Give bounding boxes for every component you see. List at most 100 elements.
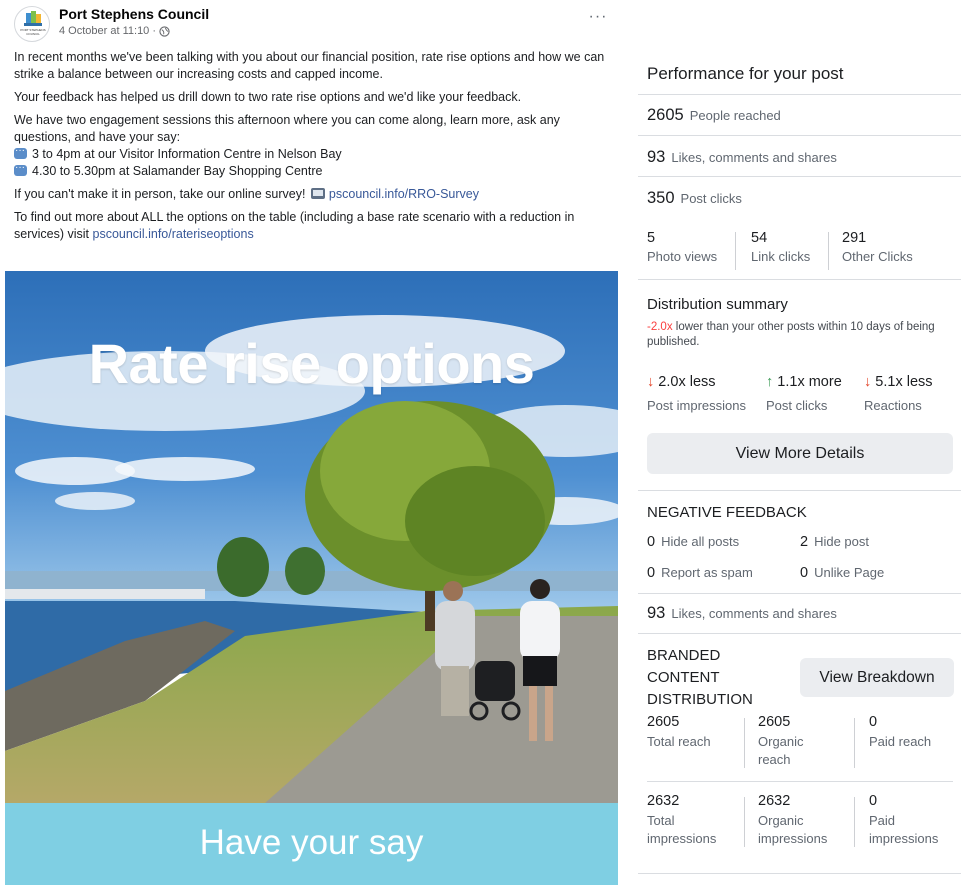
other-clicks-stat: 291 Other Clicks — [842, 230, 913, 274]
stat-value: 0 — [869, 793, 878, 809]
up-arrow-icon: ↑ — [766, 374, 774, 390]
distribution-text: lower than your other posts within 10 da… — [647, 321, 935, 348]
vertical-divider — [744, 797, 745, 847]
divider — [638, 176, 961, 177]
unlike-page-stat: 0 Unlike Page — [800, 565, 884, 581]
post-impressions-comparison: ↓ 2.0x less Post impressions — [647, 374, 746, 413]
stat-label: Total impressions — [647, 813, 717, 846]
distribution-description: -2.0x lower than your other posts within… — [647, 320, 959, 350]
speech-bubble-icon — [14, 159, 27, 176]
divider — [638, 279, 961, 280]
stat-value: 2632 — [758, 793, 791, 809]
stat-label: Paid impressions — [869, 813, 939, 846]
post-header: PORT STEPHENS COUNCIL Port Stephens Coun… — [14, 6, 610, 42]
stat-label: Hide all posts — [661, 534, 740, 549]
view-more-details-button[interactable]: View More Details — [647, 433, 953, 474]
engagement-value: 93 — [647, 148, 666, 166]
stat-value: 0 — [647, 565, 656, 581]
report-spam-stat: 0 Report as spam — [647, 565, 753, 581]
stat-label: Total reach — [647, 734, 711, 749]
post-insights-panel: Performance for your post 2605 People rea… — [638, 52, 961, 885]
stat-value: 0 — [800, 565, 809, 581]
paid-reach-stat: 0 Paid reach — [869, 714, 931, 751]
organic-impressions-stat: 2632 Organic impressions — [758, 793, 848, 848]
engagement-label: Likes, comments and shares — [671, 606, 837, 621]
stat-value: 2605 — [647, 714, 680, 730]
session-item: 4.30 to 5.30pm at Salamander Bay Shoppin… — [14, 159, 614, 180]
distribution-title: Distribution summary — [647, 296, 788, 313]
people-reached-value: 2605 — [647, 106, 684, 124]
divider — [638, 135, 961, 136]
session-text: 3 to 4pm at our Visitor Information Cent… — [32, 147, 342, 161]
vertical-divider — [735, 232, 736, 270]
people-reached-row: 2605 People reached — [647, 106, 781, 125]
globe-icon — [159, 25, 170, 37]
negative-feedback-title: NEGATIVE FEEDBACK — [647, 504, 807, 521]
view-breakdown-button[interactable]: View Breakdown — [800, 658, 954, 697]
survey-text: If you can't make it in person, take our… — [14, 187, 306, 201]
more-options-button[interactable]: ··· — [586, 8, 610, 28]
paid-impressions-stat: 0 Paid impressions — [869, 793, 959, 848]
post-paragraph: To find out more about ALL the options o… — [14, 209, 614, 243]
vertical-divider — [744, 718, 745, 768]
page-avatar[interactable]: PORT STEPHENS COUNCIL — [14, 6, 50, 42]
image-title: Rate rise options — [88, 332, 535, 395]
laptop-icon — [310, 188, 325, 199]
stat-value: 0 — [869, 714, 878, 730]
post-paragraph: Your feedback has helped us drill down t… — [14, 90, 522, 104]
divider — [638, 873, 961, 874]
stat-value: 0 — [647, 534, 656, 550]
post-clicks-label: Post clicks — [680, 191, 742, 206]
clicks-breakdown: 5 Photo views 54 Link clicks 291 Other C… — [638, 230, 961, 274]
down-arrow-icon: ↓ — [647, 374, 655, 390]
post-meta: 4 October at 11:10 · — [59, 25, 170, 37]
post-paragraph: If you can't make it in person, take our… — [14, 186, 614, 203]
engagement-row: 93 Likes, comments and shares — [647, 148, 837, 167]
branded-content-title: BRANDED CONTENT DISTRIBUTION — [647, 647, 753, 708]
comparison-value: 2.0x less — [658, 374, 716, 390]
comparison-label: Reactions — [864, 398, 922, 413]
link-clicks-stat: 54 Link clicks — [751, 230, 810, 274]
comparison-value: 1.1x more — [777, 374, 842, 390]
down-arrow-icon: ↓ — [864, 374, 872, 390]
divider — [638, 94, 961, 95]
post-timestamp[interactable]: 4 October at 11:10 · — [59, 25, 156, 37]
image-subtitle: Have your say — [199, 823, 424, 862]
engagement-label: Likes, comments and shares — [671, 150, 837, 165]
link-clicks-value: 54 — [751, 230, 768, 246]
post-clicks-row: 350 Post clicks — [647, 189, 742, 208]
stat-value: 2 — [800, 534, 809, 550]
stat-label: Unlike Page — [814, 565, 885, 580]
people-reached-label: People reached — [689, 108, 781, 123]
stat-label: Hide post — [814, 534, 869, 549]
photo-views-label: Photo views — [647, 249, 718, 264]
distribution-multiplier: -2.0x — [647, 321, 673, 333]
photo-views-stat: 5 Photo views — [647, 230, 717, 274]
divider — [638, 490, 961, 491]
stat-label: Paid reach — [869, 734, 932, 749]
photo-views-value: 5 — [647, 230, 656, 246]
post-clicks-comparison: ↑ 1.1x more Post clicks — [766, 374, 842, 413]
post-clicks-value: 350 — [647, 189, 675, 207]
other-clicks-value: 291 — [842, 230, 867, 246]
post-paragraph: In recent months we've been talking with… — [14, 50, 605, 81]
post-paragraph: We have two engagement sessions this aft… — [14, 112, 614, 146]
engagement-row-2: 93 Likes, comments and shares — [647, 604, 837, 623]
page-name[interactable]: Port Stephens Council — [59, 6, 209, 22]
rate-rise-options-link[interactable]: pscouncil.info/rateriseoptions — [93, 227, 254, 241]
divider — [638, 633, 961, 634]
facebook-post: PORT STEPHENS COUNCIL Port Stephens Coun… — [0, 0, 626, 885]
post-paragraph-text: We have two engagement sessions this aft… — [14, 113, 560, 144]
other-clicks-label: Other Clicks — [842, 249, 913, 264]
comparison-label: Post impressions — [647, 398, 746, 413]
hide-all-posts-stat: 0 Hide all posts — [647, 534, 739, 550]
organic-reach-stat: 2605 Organic reach — [758, 714, 838, 769]
survey-link[interactable]: pscouncil.info/RRO-Survey — [329, 187, 479, 201]
stat-label: Report as spam — [661, 565, 753, 580]
hide-post-stat: 2 Hide post — [800, 534, 869, 550]
post-image[interactable]: Rate rise options Have your say — [5, 271, 618, 885]
vertical-divider — [854, 797, 855, 847]
engagement-value: 93 — [647, 604, 666, 622]
comparison-value: 5.1x less — [875, 374, 933, 390]
stat-value: 2632 — [647, 793, 680, 809]
